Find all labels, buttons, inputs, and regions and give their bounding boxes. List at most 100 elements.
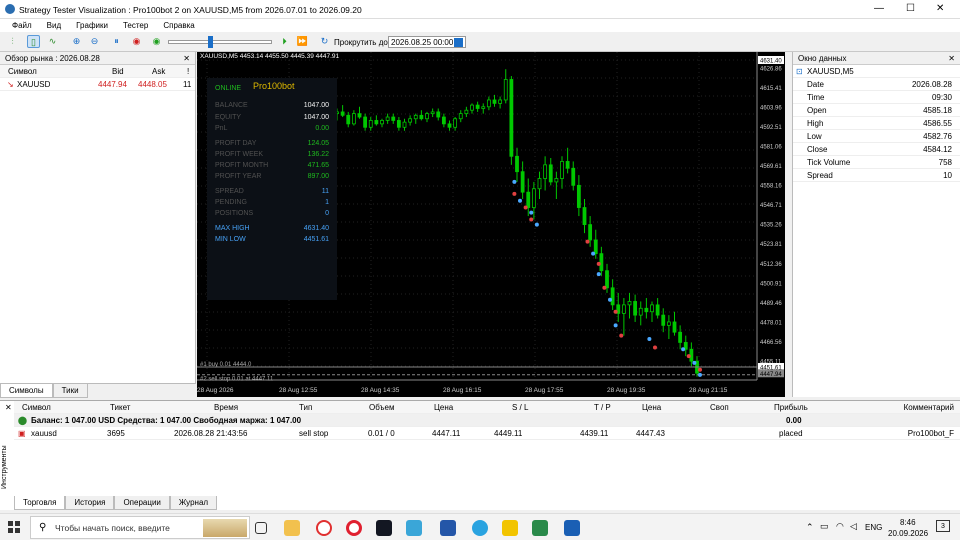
speed-slider[interactable] xyxy=(168,40,272,44)
pause-icon[interactable]: ⏸ xyxy=(110,35,123,48)
menu-help[interactable]: Справка xyxy=(163,19,194,32)
play-icon[interactable]: ⏵ xyxy=(278,35,291,48)
tab-symbols[interactable]: Символы xyxy=(0,384,53,398)
summary-icon: ⬤ xyxy=(18,416,27,425)
column-header[interactable]: Объем xyxy=(369,401,395,414)
maximize-button[interactable]: ☐ xyxy=(906,3,915,14)
column-header[interactable]: Цена xyxy=(434,401,453,414)
order-icon: ▣ xyxy=(18,429,26,438)
candle-body xyxy=(436,111,441,118)
close-icon[interactable]: ✕ xyxy=(948,52,955,65)
col-n[interactable]: ! xyxy=(187,65,189,78)
skip-icon[interactable]: ◉ xyxy=(150,35,163,48)
data-row: Time 09:30 xyxy=(793,91,960,104)
telegram-icon[interactable] xyxy=(472,520,488,536)
file-explorer-icon[interactable] xyxy=(284,520,300,536)
opera-icon[interactable] xyxy=(346,520,362,536)
menu-tester[interactable]: Тестер xyxy=(123,19,148,32)
menu-charts[interactable]: Графики xyxy=(76,19,108,32)
column-header[interactable]: Тип xyxy=(299,401,312,414)
stop-icon[interactable]: ◉ xyxy=(130,35,143,48)
candle-body xyxy=(548,164,553,183)
col-ask[interactable]: Ask xyxy=(152,65,165,78)
tab-ticks[interactable]: Тики xyxy=(52,384,88,398)
bot-stat-label: PnL xyxy=(215,125,228,132)
forward-icon[interactable]: ⏩ xyxy=(296,35,309,48)
time-tick-label: 28 Aug 12:55 xyxy=(279,387,318,394)
candle-body xyxy=(351,113,356,125)
tab-trade[interactable]: Торговля xyxy=(14,496,66,510)
speed-slider-thumb[interactable] xyxy=(208,36,213,48)
date-input[interactable]: 2026.08.25 00:00 xyxy=(388,36,466,48)
bar-chart-icon[interactable]: ⫶ xyxy=(6,35,19,48)
calendar-icon[interactable] xyxy=(454,38,463,47)
network-icon[interactable]: ▭ xyxy=(820,521,829,532)
column-header[interactable]: Тикет xyxy=(110,401,130,414)
bot-stat-value: 0.00 xyxy=(315,125,329,132)
menu-view[interactable]: Вид xyxy=(47,19,61,32)
col-symbol[interactable]: Символ xyxy=(8,65,37,78)
p-app-icon[interactable] xyxy=(440,520,456,536)
language-indicator[interactable]: ENG xyxy=(865,523,882,532)
windows-start-icon[interactable] xyxy=(8,521,20,533)
candle-body xyxy=(391,116,396,121)
column-header[interactable]: Время xyxy=(214,401,238,414)
column-header[interactable]: Цена xyxy=(642,401,661,414)
price-tick-label: 4523.81 xyxy=(760,242,782,248)
bot-stat-label: PROFIT MONTH xyxy=(215,162,269,169)
task-view-icon[interactable] xyxy=(255,522,267,534)
candle-body xyxy=(537,178,542,190)
candle-body xyxy=(453,118,458,128)
tab-history[interactable]: История xyxy=(65,496,115,510)
notes-app-icon[interactable] xyxy=(502,520,518,536)
clock-time[interactable]: 8:46 xyxy=(900,518,916,527)
column-header[interactable]: Комментарий xyxy=(904,401,954,414)
close-button[interactable]: ✕ xyxy=(936,3,944,14)
chip-app-icon[interactable] xyxy=(564,520,580,536)
summary-row: ⬤ Баланс: 1 047.00 USD Средства: 1 047.0… xyxy=(14,414,960,427)
bot-stat-value: 4451.61 xyxy=(303,236,329,243)
column-header[interactable]: Прибыль xyxy=(774,401,808,414)
candle-body xyxy=(576,184,581,208)
candles-icon[interactable]: ▯ xyxy=(27,35,40,48)
price-tick-label: 4512.36 xyxy=(760,262,782,268)
bot-stat-value: 136.22 xyxy=(307,151,329,158)
yandex-browser-icon[interactable] xyxy=(316,520,332,536)
order-cell: 3695 xyxy=(107,429,125,438)
column-header[interactable]: Символ xyxy=(22,401,51,414)
volume-icon[interactable]: ◁ xyxy=(850,521,857,532)
recycle-app-icon[interactable] xyxy=(406,520,422,536)
clock-date[interactable]: 20.09.2026 xyxy=(888,529,928,538)
close-icon[interactable]: ✕ xyxy=(183,52,190,65)
order-row[interactable]: ▣ xauusd 3695 2026.08.28 21:43:56 sell stop 0… xyxy=(14,427,960,440)
tray-chevron-icon[interactable]: ⌃ xyxy=(806,522,814,533)
trade-marker xyxy=(686,354,691,359)
chart-area[interactable]: #1 buy 0.01 4444.0 #2 sell stop 0.01 at 4… xyxy=(197,52,785,397)
market-watch-row[interactable]: ↘ XAUUSD 4447.94 4448.05 11 xyxy=(0,78,195,91)
column-header[interactable]: S / L xyxy=(512,401,528,414)
menu-file[interactable]: Файл xyxy=(12,19,32,32)
tradingview-icon[interactable] xyxy=(376,520,392,536)
tab-journal[interactable]: Журнал xyxy=(169,496,218,510)
zoom-out-icon[interactable]: ⊖ xyxy=(88,35,101,48)
candle-body xyxy=(430,111,435,115)
market-watch-tabs: Символы Тики xyxy=(0,383,196,398)
column-header[interactable]: Своп xyxy=(710,401,729,414)
col-bid[interactable]: Bid xyxy=(112,65,124,78)
data-window-panel: Окно данных ✕ ⊡ XAUUSD,M5 Date 2026.08.28 Ti… xyxy=(792,52,960,397)
wifi-icon[interactable]: ◠ xyxy=(836,521,844,532)
close-icon[interactable]: ✕ xyxy=(5,403,12,412)
line-chart-icon[interactable]: ∿ xyxy=(46,35,59,48)
metatrader-icon[interactable] xyxy=(532,520,548,536)
symbol-name: XAUUSD xyxy=(17,80,51,89)
candle-body xyxy=(486,99,491,108)
tab-operations[interactable]: Операции xyxy=(114,496,170,510)
minimize-button[interactable]: — xyxy=(874,3,884,14)
time-tick-label: 28 Aug 16:15 xyxy=(443,387,482,394)
zoom-in-icon[interactable]: ⊕ xyxy=(70,35,83,48)
notification-icon[interactable]: 3 xyxy=(936,520,950,532)
candle-body xyxy=(672,321,677,333)
trade-marker xyxy=(523,205,528,210)
search-box[interactable]: ⚲ Чтобы начать поиск, введите xyxy=(30,516,250,539)
column-header[interactable]: T / P xyxy=(594,401,611,414)
